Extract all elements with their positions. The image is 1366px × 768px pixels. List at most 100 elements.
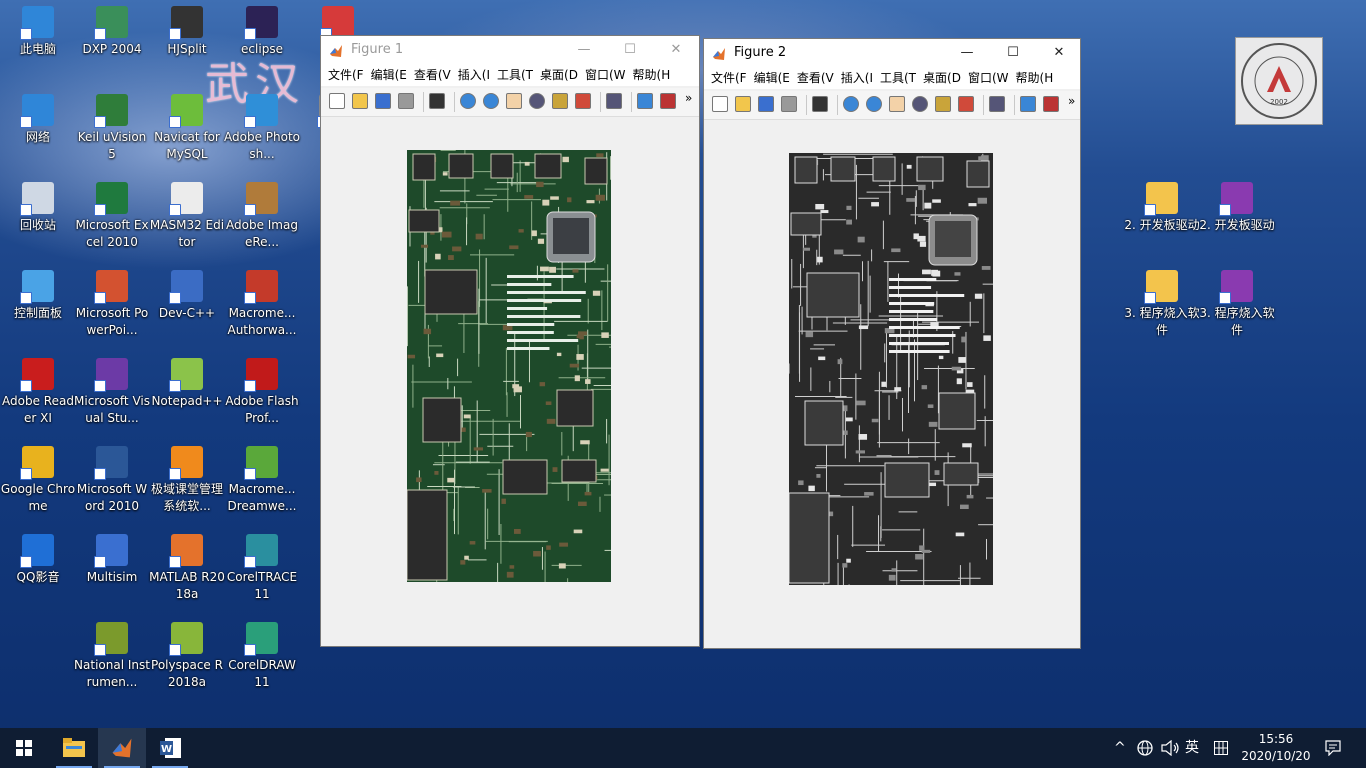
figure1-window[interactable]: Figure 1 — ☐ ✕ 文件(F 编辑(E 查看(V 插入(I 工具(T 桌面(D 窗… bbox=[320, 35, 700, 647]
toolbar-overflow-icon[interactable]: » bbox=[1068, 94, 1084, 110]
new-figure-icon[interactable] bbox=[712, 96, 728, 112]
desktop-icon-masm32[interactable]: MASM32 Editor bbox=[149, 182, 225, 251]
desktop-icon-coreltrace[interactable]: CorelTRACE 11 bbox=[224, 534, 300, 603]
rotate-3d-icon[interactable] bbox=[912, 96, 928, 112]
maximize-button[interactable]: ☐ bbox=[607, 36, 653, 64]
desktop-icon-flash[interactable]: Adobe Flash Prof... bbox=[224, 358, 300, 427]
close-button[interactable]: ✕ bbox=[653, 36, 699, 64]
input-method-icon[interactable] bbox=[1214, 741, 1228, 755]
desktop-icon-coreldraw[interactable]: CorelDRAW 11 bbox=[224, 622, 300, 691]
desktop-icon-imageready[interactable]: Adobe ImageRe... bbox=[224, 182, 300, 251]
minimize-button[interactable]: — bbox=[561, 36, 607, 64]
desktop-icon-photoshop[interactable]: Adobe Photosh... bbox=[224, 94, 300, 163]
zoom-in-icon[interactable] bbox=[843, 96, 859, 112]
menu-view[interactable]: 查看(V bbox=[797, 67, 834, 89]
link-plot-icon[interactable] bbox=[606, 93, 622, 109]
desktop-icon-winrar[interactable]: 3. 程序烧入软件 bbox=[1199, 270, 1275, 339]
menu-edit[interactable]: 编辑(E bbox=[371, 64, 407, 86]
menu-help[interactable]: 帮助(H bbox=[1016, 67, 1054, 89]
print-icon[interactable] bbox=[781, 96, 797, 112]
desktop-icon-winrar[interactable]: 2. 开发板驱动 bbox=[1199, 182, 1275, 234]
maximize-button[interactable]: ☐ bbox=[990, 39, 1036, 67]
desktop-icon-navicat[interactable]: Navicat for MySQL bbox=[149, 94, 225, 163]
menu-insert[interactable]: 插入(I bbox=[841, 67, 873, 89]
desktop-icon-excel[interactable]: Microsoft Excel 2010 bbox=[74, 182, 150, 251]
desktop-icon-authorware[interactable]: Macrome... Authorwa... bbox=[224, 270, 300, 339]
menu-tools[interactable]: 工具(T bbox=[880, 67, 916, 89]
menu-insert[interactable]: 插入(I bbox=[458, 64, 490, 86]
taskbar-matlab[interactable] bbox=[98, 728, 146, 768]
desktop-icon-dreamweaver[interactable]: Macrome... Dreamwe... bbox=[224, 446, 300, 515]
menu-desktop[interactable]: 桌面(D bbox=[540, 64, 578, 86]
colorbar-icon[interactable] bbox=[637, 93, 653, 109]
zoom-out-icon[interactable] bbox=[483, 93, 499, 109]
desktop-icon-control-panel[interactable]: 控制面板 bbox=[0, 270, 76, 322]
tray-chevron-icon[interactable]: ^ bbox=[1114, 728, 1126, 768]
menu-file[interactable]: 文件(F bbox=[328, 64, 364, 86]
link-plot-icon[interactable] bbox=[989, 96, 1005, 112]
desktop-icon-powerpoint[interactable]: Microsoft PowerPoi... bbox=[74, 270, 150, 339]
notification-icon[interactable] bbox=[1325, 740, 1341, 756]
menu-window[interactable]: 窗口(W bbox=[585, 64, 626, 86]
desktop-icon-computer[interactable]: 此电脑 bbox=[0, 6, 76, 58]
desktop-icon-national-instruments[interactable]: National Instrumen... bbox=[74, 622, 150, 691]
input-language-indicator[interactable]: 英 bbox=[1185, 728, 1199, 768]
minimize-button[interactable]: — bbox=[944, 39, 990, 67]
desktop-icon-folder[interactable]: 3. 程序烧入软件 bbox=[1124, 270, 1200, 339]
zoom-out-icon[interactable] bbox=[866, 96, 882, 112]
desktop-icon-devcpp[interactable]: Dev-C++ bbox=[149, 270, 225, 322]
desktop-icon-dxp[interactable]: DXP 2004 bbox=[74, 6, 150, 58]
menu-window[interactable]: 窗口(W bbox=[968, 67, 1009, 89]
desktop-icon-notepadpp[interactable]: Notepad++ bbox=[149, 358, 225, 410]
open-file-icon[interactable] bbox=[352, 93, 368, 109]
legend-icon[interactable] bbox=[1043, 96, 1059, 112]
desktop-icon-jiyu[interactable]: 极域课堂管理系统软... bbox=[149, 446, 225, 515]
pan-hand-icon[interactable] bbox=[506, 93, 522, 109]
desktop-icon-chrome[interactable]: Google Chrome bbox=[0, 446, 76, 515]
colorbar-icon[interactable] bbox=[1020, 96, 1036, 112]
desktop-icon-eclipse[interactable]: eclipse bbox=[224, 6, 300, 58]
start-button[interactable] bbox=[0, 728, 48, 768]
legend-icon[interactable] bbox=[660, 93, 676, 109]
new-figure-icon[interactable] bbox=[329, 93, 345, 109]
taskbar-word[interactable]: W bbox=[146, 728, 194, 768]
open-file-icon[interactable] bbox=[735, 96, 751, 112]
menu-edit[interactable]: 编辑(E bbox=[754, 67, 790, 89]
select-arrow-icon[interactable] bbox=[812, 96, 828, 112]
menu-tools[interactable]: 工具(T bbox=[497, 64, 533, 86]
pan-hand-icon[interactable] bbox=[889, 96, 905, 112]
taskbar-clock[interactable]: 15:56 2020/10/20 bbox=[1240, 731, 1312, 765]
data-cursor-icon[interactable] bbox=[552, 93, 568, 109]
desktop-icon-keil[interactable]: Keil uVision5 bbox=[74, 94, 150, 163]
desktop-icon-polyspace[interactable]: Polyspace R2018a bbox=[149, 622, 225, 691]
print-icon[interactable] bbox=[398, 93, 414, 109]
toolbar-overflow-icon[interactable]: » bbox=[685, 91, 701, 107]
figure2-titlebar[interactable]: Figure 2 — ☐ ✕ bbox=[704, 39, 1080, 67]
desktop-icon-multisim[interactable]: Multisim bbox=[74, 534, 150, 586]
save-icon[interactable] bbox=[758, 96, 774, 112]
close-button[interactable]: ✕ bbox=[1036, 39, 1082, 67]
brush-icon[interactable] bbox=[575, 93, 591, 109]
desktop-icon-qq-player[interactable]: QQ影音 bbox=[0, 534, 76, 586]
desktop-icon-recycle-bin[interactable]: 回收站 bbox=[0, 182, 76, 234]
menu-view[interactable]: 查看(V bbox=[414, 64, 451, 86]
save-icon[interactable] bbox=[375, 93, 391, 109]
desktop-icon-word[interactable]: Microsoft Word 2010 bbox=[74, 446, 150, 515]
menu-desktop[interactable]: 桌面(D bbox=[923, 67, 961, 89]
taskbar-file-explorer[interactable] bbox=[50, 728, 98, 768]
desktop-icon-adobe-reader[interactable]: Adobe Reader XI bbox=[0, 358, 76, 427]
volume-icon[interactable] bbox=[1161, 740, 1181, 756]
menu-help[interactable]: 帮助(H bbox=[633, 64, 671, 86]
menu-file[interactable]: 文件(F bbox=[711, 67, 747, 89]
rotate-3d-icon[interactable] bbox=[529, 93, 545, 109]
brush-icon[interactable] bbox=[958, 96, 974, 112]
desktop-icon-matlab[interactable]: MATLAB R2018a bbox=[149, 534, 225, 603]
desktop-icon-visual-studio[interactable]: Microsoft Visual Stu... bbox=[74, 358, 150, 427]
network-globe-icon[interactable] bbox=[1137, 740, 1153, 756]
data-cursor-icon[interactable] bbox=[935, 96, 951, 112]
zoom-in-icon[interactable] bbox=[460, 93, 476, 109]
figure2-window[interactable]: Figure 2 — ☐ ✕ 文件(F 编辑(E 查看(V 插入(I 工具(T 桌面(D 窗… bbox=[703, 38, 1081, 649]
select-arrow-icon[interactable] bbox=[429, 93, 445, 109]
desktop-icon-folder[interactable]: 2. 开发板驱动 bbox=[1124, 182, 1200, 234]
desktop-icon-network[interactable]: 网络 bbox=[0, 94, 76, 146]
